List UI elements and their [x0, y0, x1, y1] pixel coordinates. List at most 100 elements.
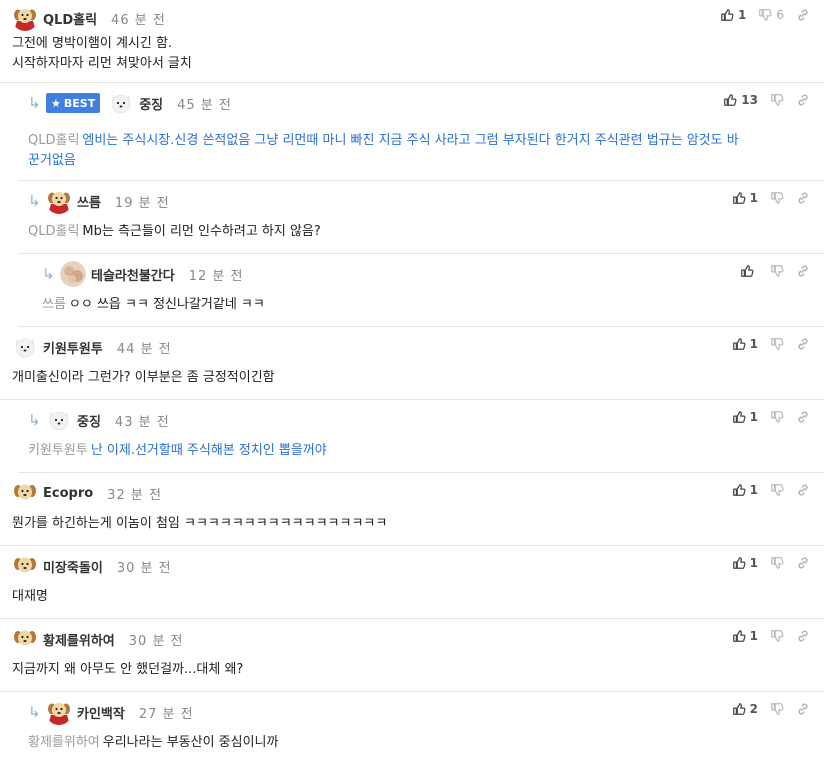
like-button[interactable]: 13: [723, 93, 758, 107]
reply-arrow-icon: ↳: [28, 703, 41, 721]
thumbs-up-icon: [723, 93, 737, 107]
thumbs-up-icon: [732, 702, 746, 716]
comment-header: Ecopro 32 분 전: [12, 483, 162, 503]
thumbs-up-icon: [732, 629, 746, 643]
dislike-button[interactable]: [770, 702, 784, 716]
dislike-button[interactable]: [770, 264, 784, 278]
comment-header: ↳ ★ BEST 중징 45 분 전: [28, 93, 232, 113]
comment-author[interactable]: 키원투원투: [43, 338, 103, 357]
mention-link[interactable]: QLD홀릭: [28, 133, 79, 148]
comment-actions: 1: [720, 410, 810, 424]
comment-text: 난 이제.선거할때 주식해본 정치인 뽑을꺼야: [90, 443, 327, 458]
like-button[interactable]: 1: [732, 337, 758, 351]
comment-author[interactable]: 테슬라천불간다: [91, 265, 175, 284]
like-button[interactable]: 1: [732, 410, 758, 424]
comment-text-line: 꾼거없음: [28, 153, 76, 168]
comment-actions: 2: [720, 702, 810, 716]
like-button[interactable]: 1: [732, 483, 758, 497]
link-button[interactable]: [796, 556, 810, 570]
avatar-dog-icon[interactable]: [46, 699, 72, 725]
dislike-count: 6: [776, 8, 784, 22]
comment-time: 46 분 전: [111, 12, 166, 28]
comment-item: QLD홀릭 46 분 전 1 6 그전에 명박이햄이 계시긴 함. 시작하자마자…: [0, 0, 824, 83]
comment-text: 지금까지 왜 아무도 안 했던걸까...대체 왜?: [12, 662, 244, 677]
like-count: 1: [749, 629, 758, 643]
link-button[interactable]: [796, 264, 810, 278]
avatar-white-dog-icon[interactable]: [108, 90, 134, 116]
comment-header: QLD홀릭 46 분 전: [12, 8, 166, 28]
dislike-button[interactable]: 6: [758, 8, 784, 22]
thumbs-down-icon: [770, 337, 784, 351]
link-icon: [796, 483, 810, 497]
comment-header: 미장죽돌이 30 분 전: [12, 556, 172, 576]
reply-item: ↳ 쓰름 19 분 전 1 QLD홀릭 Mb는 측근들이 리먼 인수하려고 하지 …: [18, 181, 824, 254]
comment-author[interactable]: 미장죽돌이: [43, 557, 103, 576]
link-icon: [796, 556, 810, 570]
like-button[interactable]: 1: [732, 191, 758, 205]
like-button[interactable]: 2: [732, 702, 758, 716]
mention-link[interactable]: 쓰름: [42, 297, 66, 312]
avatar-dog-icon[interactable]: [12, 626, 38, 652]
comment-time: 12 분 전: [188, 268, 244, 284]
avatar-dog-icon[interactable]: [12, 480, 38, 506]
dislike-button[interactable]: [770, 483, 784, 497]
dislike-button[interactable]: [770, 93, 784, 107]
like-button[interactable]: 1: [732, 629, 758, 643]
avatar-white-dog-icon[interactable]: [46, 407, 72, 433]
avatar-dog-icon[interactable]: [12, 5, 38, 31]
dislike-button[interactable]: [770, 191, 784, 205]
comment-actions: 1 6: [708, 8, 810, 22]
reply-arrow-icon: ↳: [28, 192, 41, 210]
link-button[interactable]: [796, 629, 810, 643]
dislike-button[interactable]: [770, 629, 784, 643]
comment-header: ↳ 쓰름 19 분 전: [28, 191, 170, 211]
link-button[interactable]: [796, 93, 810, 107]
comment-body: QLD홀릭 Mb는 측근들이 리먼 인수하려고 하지 않음?: [28, 222, 321, 242]
thumbs-up-icon: [732, 556, 746, 570]
comment-body: 지금까지 왜 아무도 안 했던걸까...대체 왜?: [12, 660, 243, 680]
comment-author[interactable]: Ecopro: [43, 486, 93, 501]
dislike-button[interactable]: [770, 556, 784, 570]
comment-author[interactable]: 중징: [139, 94, 163, 113]
comment-author[interactable]: 카인백작: [77, 703, 125, 722]
comment-author[interactable]: 황제를위하여: [43, 630, 115, 649]
thumbs-up-icon: [720, 8, 734, 22]
thumbs-down-icon: [770, 702, 784, 716]
comment-body: 대재명: [12, 587, 48, 607]
link-button[interactable]: [796, 191, 810, 205]
like-button[interactable]: 1: [720, 8, 746, 22]
link-button[interactable]: [796, 702, 810, 716]
mention-link[interactable]: QLD홀릭: [28, 224, 79, 239]
link-button[interactable]: [796, 8, 810, 22]
comment-text: ㅇㅇ 쓰읍 ㅋㅋ 정신나갈거같네 ㅋㅋ: [68, 297, 265, 312]
comment-item: 키원투원투 44 분 전 1 개미출신이라 그런가? 이부분은 좀 긍정적이긴함: [0, 327, 824, 400]
comment-author[interactable]: 중징: [77, 411, 101, 430]
comment-header: ↳ 테슬라천불간다 12 분 전: [42, 264, 243, 284]
avatar-white-dog-icon[interactable]: [12, 334, 38, 360]
like-button[interactable]: [740, 264, 758, 278]
comment-author[interactable]: QLD홀릭: [43, 9, 97, 28]
link-button[interactable]: [796, 483, 810, 497]
comment-text: 엠비는 주식시장.신경 쓴적없음 그냥 리먼때 마니 빠진 지금 주식 사라고 …: [82, 133, 739, 148]
link-icon: [796, 702, 810, 716]
like-button[interactable]: 1: [732, 556, 758, 570]
reply-item: ↳ 카인백작 27 분 전 2 황제를위하여 우리나라는 부동산이 중심이니까: [18, 692, 824, 762]
comment-header: ↳ 중징 43 분 전: [28, 410, 170, 430]
link-button[interactable]: [796, 337, 810, 351]
best-badge: ★ BEST: [46, 93, 101, 113]
mention-link[interactable]: 황제를위하여: [28, 735, 100, 750]
avatar-blurred-icon[interactable]: [60, 261, 86, 287]
dislike-button[interactable]: [770, 337, 784, 351]
avatar-dog-icon[interactable]: [12, 553, 38, 579]
comment-author[interactable]: 쓰름: [77, 192, 101, 211]
link-button[interactable]: [796, 410, 810, 424]
thumbs-down-icon: [758, 8, 772, 22]
dislike-button[interactable]: [770, 410, 784, 424]
thumbs-down-icon: [770, 410, 784, 424]
thumbs-up-icon: [732, 483, 746, 497]
like-count: 1: [749, 337, 758, 351]
thumbs-down-icon: [770, 483, 784, 497]
comment-actions: 13: [711, 93, 810, 107]
mention-link[interactable]: 키원투원투: [28, 443, 88, 458]
avatar-dog-icon[interactable]: [46, 188, 72, 214]
